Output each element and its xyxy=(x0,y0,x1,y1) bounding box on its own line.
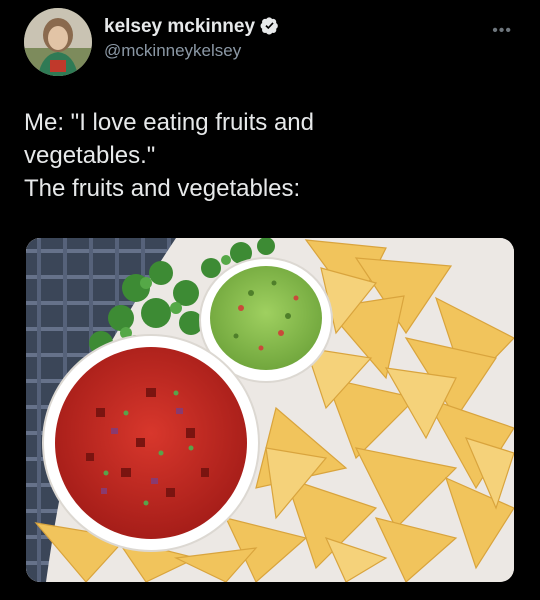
salsa-guacamole-chips-image xyxy=(26,238,514,582)
avatar[interactable] xyxy=(24,8,92,76)
tweet-text: Me: "I love eating fruits and vegetables… xyxy=(24,106,514,205)
verified-badge-icon xyxy=(260,17,278,35)
tweet-media-photo[interactable] xyxy=(26,238,514,582)
more-horizontal-icon[interactable]: ••• xyxy=(492,22,512,40)
tweet-text-line: Me: "I love eating fruits and xyxy=(24,109,315,136)
author-block: kelsey mckinney @mckinneykelsey xyxy=(104,16,279,61)
avatar-image xyxy=(24,8,92,76)
tweet-text-line: vegetables." xyxy=(24,142,156,169)
tweet-header: kelsey mckinney @mckinneykelsey ••• xyxy=(24,8,516,78)
tweet-text-line: The fruits and vegetables: xyxy=(24,175,301,202)
author-handle[interactable]: @mckinneykelsey xyxy=(104,41,279,61)
author-display-name[interactable]: kelsey mckinney xyxy=(104,16,255,37)
